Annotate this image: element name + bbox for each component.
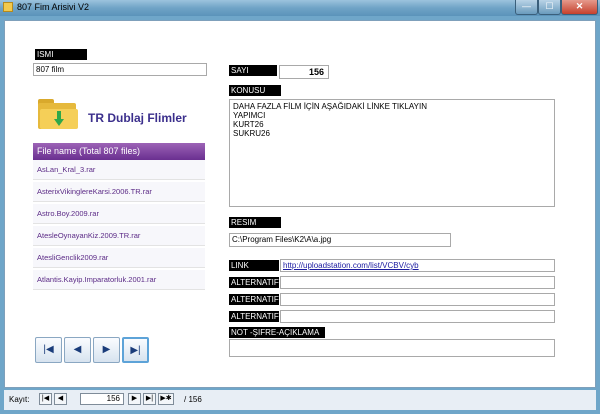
alternatif-2-label: ALTERNATIF: [229, 294, 279, 305]
file-panel-banner: TR Dublaj Flimler: [33, 91, 205, 145]
alternatif-1-field[interactable]: [280, 276, 555, 289]
status-prev-button[interactable]: ◀: [54, 393, 67, 405]
link-field[interactable]: http://uploadstation.com/list/VCBV/cyb: [280, 259, 555, 272]
sayi-field[interactable]: 156: [279, 65, 329, 79]
record-total: / 156: [184, 395, 202, 404]
record-number-field[interactable]: 156: [80, 393, 124, 405]
file-row[interactable]: Atlantis.Kayip.Imparatorluk.2001.rar: [33, 270, 205, 290]
status-last-button[interactable]: ▶|: [143, 393, 156, 405]
resim-label: RESIM: [229, 217, 281, 228]
resim-path-field[interactable]: C:\Program Files\K2\A\a.jpg: [229, 233, 451, 247]
isim-field[interactable]: 807 film: [33, 63, 207, 76]
title-bar: 807 Fim Arisivi V2 — ☐ ✕: [0, 0, 600, 16]
app-icon: [3, 2, 13, 12]
konusu-textarea[interactable]: DAHA FAZLA FİLM İÇİN AŞAĞIDAKİ LİNKE TIK…: [229, 99, 555, 207]
alternatif-2-field[interactable]: [280, 293, 555, 306]
file-row[interactable]: Astro.Boy.2009.rar: [33, 204, 205, 224]
file-row[interactable]: AsterixVikinglereKarsi.2006.TR.rar: [33, 182, 205, 202]
status-new-record-button[interactable]: ▶✱: [158, 393, 174, 405]
last-record-button[interactable]: ▶|: [122, 337, 149, 363]
alternatif-3-field[interactable]: [280, 310, 555, 323]
close-button[interactable]: ✕: [561, 0, 598, 15]
alternatif-1-label: ALTERNATIF: [229, 277, 279, 288]
panel-title: TR Dublaj Flimler: [88, 111, 187, 125]
minimize-button[interactable]: —: [515, 0, 538, 15]
next-record-button[interactable]: ▶: [93, 337, 120, 363]
not-field[interactable]: [229, 339, 555, 357]
sayi-label: SAYI: [229, 65, 277, 76]
not-label: NOT -ŞIFRE-AÇIKLAMA: [229, 327, 325, 338]
file-row[interactable]: AsLan_Kral_3.rar: [33, 160, 205, 180]
alternatif-3-label: ALTERNATIF: [229, 311, 279, 322]
konusu-label: KONUSU: [229, 85, 281, 96]
isim-label: ISMI: [35, 49, 87, 60]
window-title: 807 Fim Arisivi V2: [17, 2, 90, 12]
folder-download-icon: [38, 99, 78, 129]
previous-record-button[interactable]: ◀: [64, 337, 91, 363]
record-navigation-bar: Kayıt: |◀ ◀ 156 ▶ ▶| ▶✱ / 156: [4, 390, 596, 410]
link-label: LINK: [229, 260, 279, 271]
record-label: Kayıt:: [9, 395, 30, 404]
maximize-button[interactable]: ☐: [538, 0, 561, 15]
file-row[interactable]: AtesliGenclik2009.rar: [33, 248, 205, 268]
main-form: ISMI 807 film TR Dublaj Flimler File nam…: [4, 20, 596, 388]
file-list-header: File name (Total 807 files): [33, 143, 205, 160]
status-first-button[interactable]: |◀: [39, 393, 52, 405]
file-row[interactable]: AtesleOynayanKiz.2009.TR.rar: [33, 226, 205, 246]
first-record-button[interactable]: |◀: [35, 337, 62, 363]
status-next-button[interactable]: ▶: [128, 393, 141, 405]
